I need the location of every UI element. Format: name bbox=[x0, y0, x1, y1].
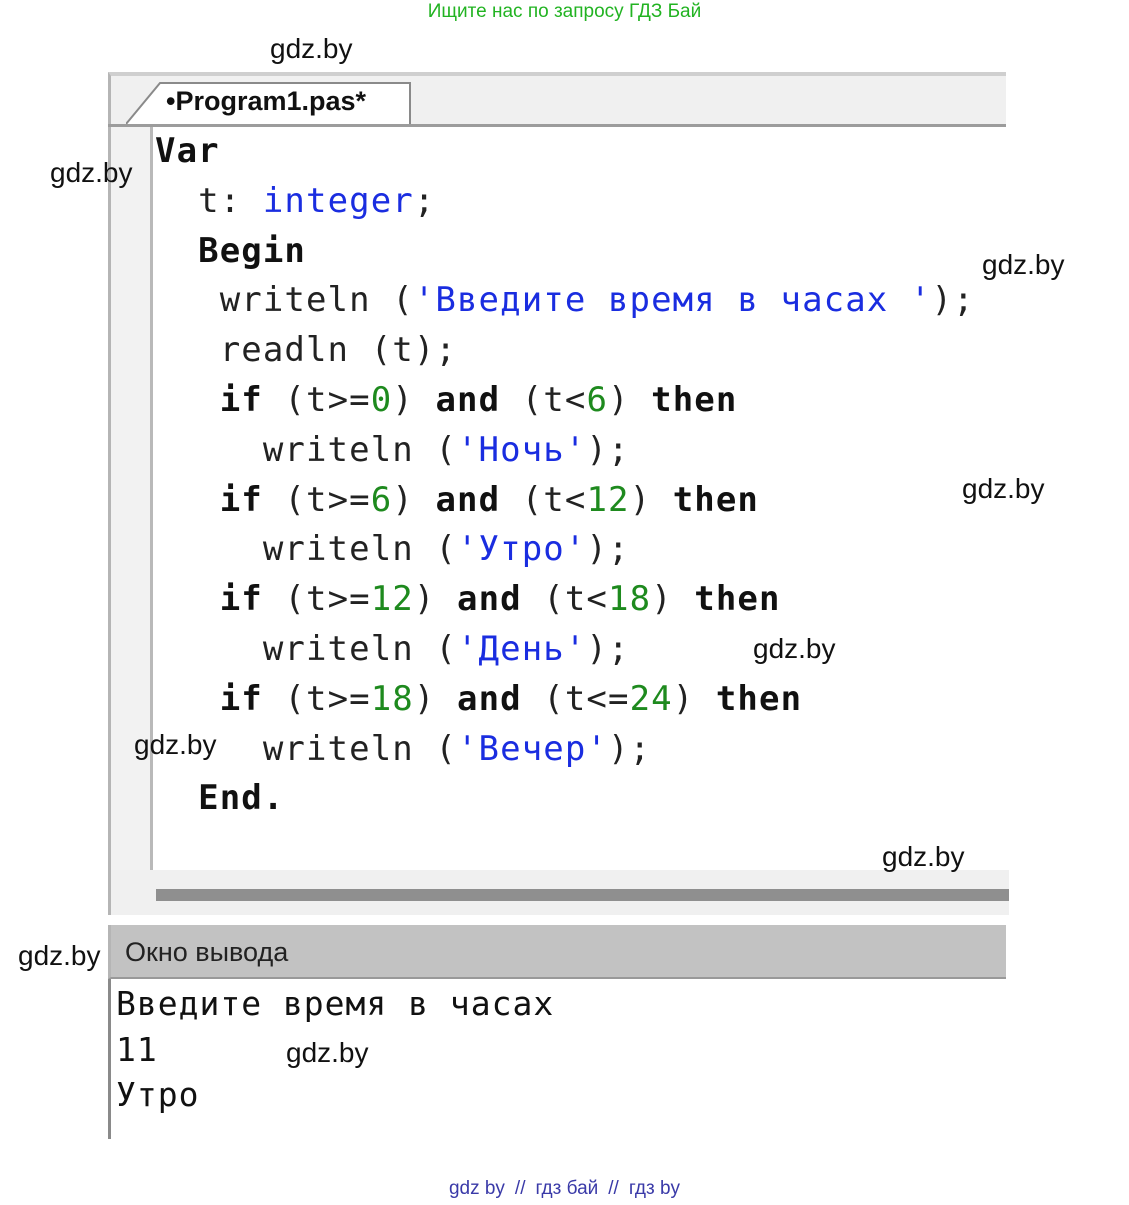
code-token: ) bbox=[672, 678, 716, 719]
code-token: then bbox=[651, 379, 738, 420]
code-token: if bbox=[155, 678, 263, 719]
code-token: ); bbox=[586, 429, 630, 470]
code-token: (t>= bbox=[262, 479, 371, 520]
code-token: 12 bbox=[586, 479, 630, 520]
code-token: and bbox=[435, 379, 501, 420]
footer-separator: // bbox=[514, 1178, 526, 1199]
code-line[interactable]: t: integer; bbox=[155, 177, 1005, 227]
output-line: Введите время в часах bbox=[116, 984, 555, 1023]
top-banner: Ищите нас по запросу ГДЗ Бай bbox=[427, 1, 702, 22]
code-token: 12 bbox=[370, 579, 414, 620]
code-token: writeln ( bbox=[155, 280, 414, 321]
code-line[interactable]: writeln ('Вечер'); bbox=[155, 725, 1005, 775]
code-token: 0 bbox=[370, 379, 393, 420]
code-token: ) bbox=[413, 678, 457, 719]
code-token: (t< bbox=[500, 479, 587, 520]
code-token: if bbox=[155, 479, 263, 520]
code-token: (t>= bbox=[262, 379, 371, 420]
code-token: integer bbox=[262, 180, 414, 221]
code-token: 18 bbox=[608, 579, 652, 620]
code-token: 6 bbox=[370, 479, 393, 520]
code-token: ); bbox=[931, 280, 975, 321]
code-token: then bbox=[715, 678, 803, 719]
code-token: writeln ( bbox=[155, 628, 457, 669]
code-token: 18 bbox=[370, 678, 414, 719]
watermark: gdz.by bbox=[50, 157, 133, 188]
watermark: gdz.by bbox=[982, 249, 1065, 280]
code-token: ) bbox=[392, 479, 436, 520]
code-token: writeln ( bbox=[155, 429, 457, 470]
code-token: ); bbox=[586, 529, 630, 570]
code-line[interactable]: Begin bbox=[155, 227, 1005, 277]
output-panel-title: Окно вывода bbox=[125, 937, 289, 967]
code-token: ) bbox=[392, 379, 436, 420]
footer-link[interactable]: гдз бай bbox=[535, 1178, 598, 1199]
code-line[interactable]: writeln ('День'); bbox=[155, 625, 1005, 675]
code-token: 6 bbox=[586, 379, 609, 420]
code-token: ); bbox=[607, 728, 652, 769]
code-token: (t< bbox=[500, 379, 587, 420]
code-token: t: bbox=[155, 180, 263, 221]
code-token: and bbox=[457, 579, 522, 620]
code-line[interactable]: Var bbox=[155, 127, 1005, 177]
code-line[interactable]: if (t>=12) and (t<18) then bbox=[155, 575, 1005, 625]
watermark: gdz.by bbox=[18, 940, 101, 971]
code-token: and bbox=[435, 479, 501, 520]
code-token: (t>= bbox=[262, 579, 371, 620]
code-token: ) bbox=[413, 579, 457, 620]
editor-gutter bbox=[111, 127, 153, 887]
output-panel[interactable]: Введите время в часах 11 Утро bbox=[108, 979, 1006, 1139]
code-token: (t< bbox=[521, 579, 608, 620]
watermark: gdz.by bbox=[753, 633, 836, 664]
watermark: gdz.by bbox=[882, 841, 965, 872]
code-token: ) bbox=[608, 379, 652, 420]
code-area[interactable]: Var t: integer; Begin writeln ('Введите … bbox=[155, 127, 1005, 824]
code-token: Var bbox=[155, 131, 220, 171]
code-token: then bbox=[672, 479, 759, 520]
code-token: End. bbox=[155, 778, 285, 819]
code-token: 'Утро' bbox=[456, 529, 587, 570]
code-token: writeln ( bbox=[155, 529, 457, 570]
watermark: gdz.by bbox=[134, 729, 217, 760]
output-line: Утро bbox=[116, 1075, 200, 1114]
watermark: gdz.by bbox=[270, 33, 353, 64]
code-line[interactable]: if (t>=18) and (t<=24) then bbox=[155, 675, 1005, 725]
output-panel-header: Окно вывода bbox=[108, 925, 1006, 979]
code-token: 24 bbox=[629, 678, 673, 719]
code-token: and bbox=[457, 678, 522, 719]
code-token: Begin bbox=[155, 230, 306, 271]
code-line[interactable]: End. bbox=[155, 774, 1005, 824]
tab-label[interactable]: •Program1.pas* bbox=[166, 84, 366, 118]
footer: gdz by // гдз бай // гдз by bbox=[0, 1178, 1129, 1200]
code-line[interactable]: writeln ('Введите время в часах '); bbox=[155, 276, 1005, 326]
horizontal-scrollbar-thumb[interactable] bbox=[156, 889, 1009, 901]
ide-window: •Program1.pas* Var t: integer; Begin wri… bbox=[108, 72, 1009, 1139]
code-token: ); bbox=[586, 628, 630, 669]
code-line[interactable]: readln (t); bbox=[155, 326, 1005, 376]
code-editor[interactable]: Var t: integer; Begin writeln ('Введите … bbox=[108, 127, 1009, 915]
footer-link[interactable]: gdz by bbox=[449, 1178, 505, 1199]
code-token: ) bbox=[651, 579, 695, 620]
watermark: gdz.by bbox=[962, 473, 1045, 504]
code-token: readln (t); bbox=[155, 330, 457, 371]
code-line[interactable]: writeln ('Утро'); bbox=[155, 525, 1005, 575]
footer-separator: // bbox=[608, 1178, 619, 1199]
code-token: (t>= bbox=[262, 678, 371, 719]
watermark: gdz.by bbox=[286, 1037, 369, 1068]
code-token: then bbox=[694, 579, 781, 620]
code-line[interactable]: if (t>=0) and (t<6) then bbox=[155, 376, 1005, 426]
code-token: 'Введите время в часах ' bbox=[413, 280, 932, 321]
code-token: ) bbox=[629, 479, 673, 520]
code-token: if bbox=[155, 579, 263, 620]
code-line[interactable]: if (t>=6) and (t<12) then bbox=[155, 476, 1005, 526]
footer-link[interactable]: гдз by bbox=[629, 1178, 680, 1199]
code-token: 'Вечер' bbox=[456, 728, 608, 769]
code-token: if bbox=[155, 379, 263, 420]
code-line[interactable]: writeln ('Ночь'); bbox=[155, 426, 1005, 476]
code-token: (t<= bbox=[521, 678, 630, 719]
code-token: 'Ночь' bbox=[456, 429, 587, 470]
code-token: 'День' bbox=[456, 628, 587, 669]
code-token: ; bbox=[413, 180, 436, 221]
